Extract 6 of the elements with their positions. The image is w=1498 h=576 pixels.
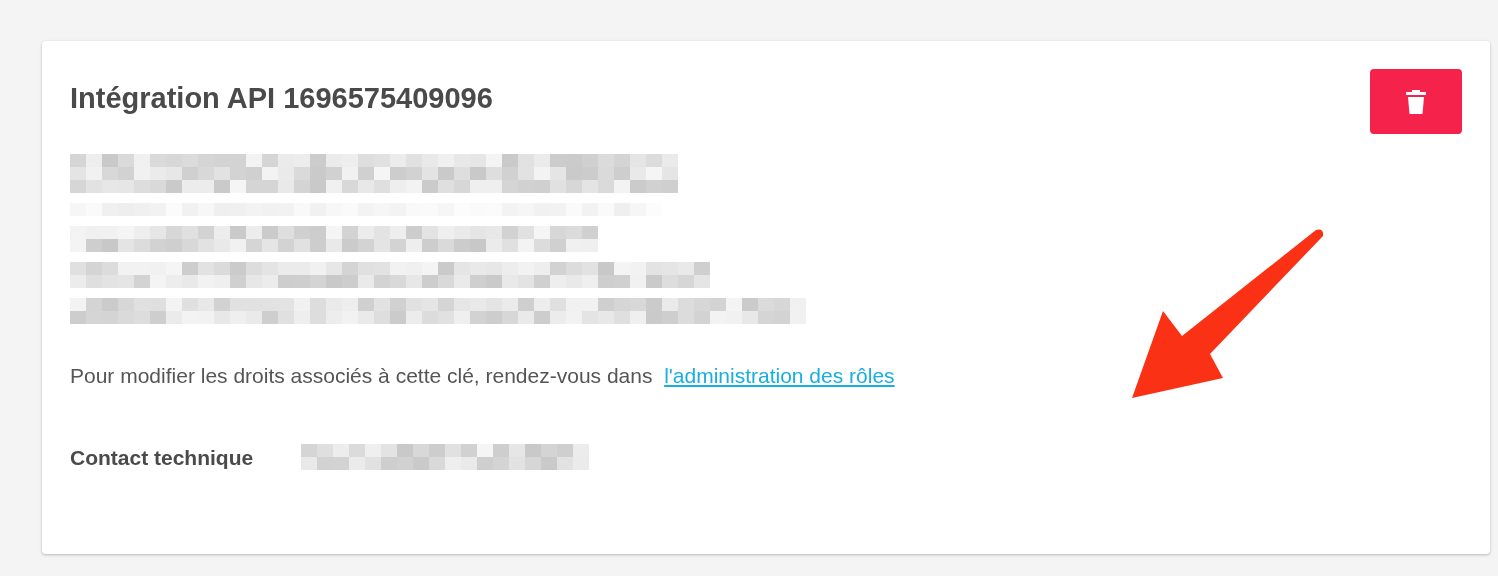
delete-button[interactable] xyxy=(1370,69,1462,134)
trash-icon xyxy=(1406,89,1426,114)
roles-admin-link[interactable]: l'administration des rôles xyxy=(664,364,895,387)
rights-note: Pour modifier les droits associés à cette clé, rendez-vous dans l'administration des rôles xyxy=(70,363,896,389)
contact-label: Contact technique xyxy=(70,444,254,471)
card-title: Intégration API 1696575409096 xyxy=(70,81,493,116)
